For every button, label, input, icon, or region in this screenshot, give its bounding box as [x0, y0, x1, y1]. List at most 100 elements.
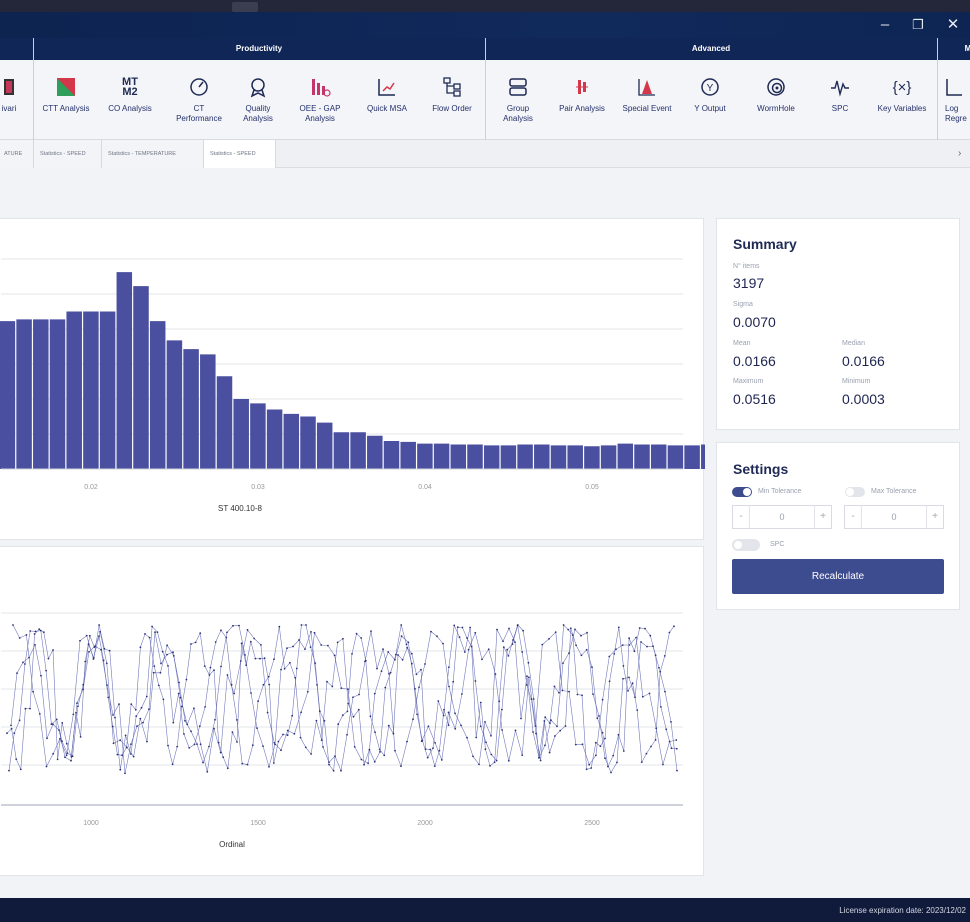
histogram-x-tick: 0.02: [84, 484, 98, 491]
run-chart-point: [184, 719, 186, 722]
run-chart-point: [384, 686, 387, 689]
run-chart-point: [55, 718, 58, 721]
histogram-bar: [600, 445, 617, 469]
close-button[interactable]: ✕: [940, 12, 966, 38]
run-chart-point: [640, 761, 643, 763]
histogram-card: 0.02 0.03 0.04 0.05 ST 400.10-8: [0, 218, 717, 540]
run-chart-point: [16, 672, 18, 674]
run-chart-point: [410, 662, 413, 665]
histogram-bar: [517, 444, 533, 469]
run-chart-point: [225, 636, 228, 639]
run-chart-point: [130, 753, 132, 755]
min-tolerance-toggle[interactable]: [732, 487, 752, 497]
tool-pair-analysis[interactable]: Pair Analysis: [552, 60, 612, 140]
run-chart-point: [146, 740, 148, 743]
tool-key-variables[interactable]: {×} Key Variables: [870, 60, 934, 140]
max-tolerance-stepper[interactable]: - 0 +: [844, 505, 944, 529]
run-chart-point: [426, 756, 429, 759]
run-chart-point: [534, 725, 537, 727]
run-chart-point: [442, 714, 445, 717]
histogram-x-tick: 0.05: [585, 484, 599, 491]
group-analysis-icon: [507, 70, 529, 104]
max-tolerance-input[interactable]: 0: [861, 506, 927, 528]
run-chart-point: [568, 690, 570, 693]
run-chart-point: [670, 721, 672, 723]
run-chart-point: [161, 650, 164, 653]
run-chart-point: [585, 768, 588, 771]
median-label: Median: [842, 340, 865, 347]
run-chart-point: [10, 724, 12, 727]
run-chart-point: [475, 736, 478, 739]
tabs-scroll-right-icon[interactable]: ›: [958, 140, 961, 168]
run-chart-point: [22, 661, 24, 664]
run-chart-point: [604, 757, 606, 760]
run-chart-point: [496, 628, 498, 631]
tool-oee-gap-analysis[interactable]: OEE - GAP Analysis: [290, 60, 350, 140]
run-chart-point: [389, 671, 392, 674]
run-chart-point: [432, 747, 434, 749]
tab-statistics-speed-1[interactable]: Statistics - SPEED: [34, 140, 102, 168]
tool-log-regression[interactable]: Log Regre: [942, 60, 970, 140]
run-chart-point: [167, 744, 169, 747]
run-chart-point: [172, 721, 175, 724]
tab-statistics-temperature-2[interactable]: Statistics - TEMPERATURE: [102, 140, 204, 168]
run-chart-point: [341, 714, 344, 717]
tool-wormhole[interactable]: WormHole: [748, 60, 804, 140]
tool-co-analysis[interactable]: MT M2 CO Analysis: [100, 60, 160, 140]
run-chart-point: [340, 687, 343, 689]
max-tolerance-toggle[interactable]: [845, 487, 865, 497]
tool-spc[interactable]: SPC: [818, 60, 862, 140]
tool-ctt-analysis[interactable]: CTT Analysis: [36, 60, 96, 140]
tool-flow-order[interactable]: Flow Order: [424, 60, 480, 140]
run-chart-point: [448, 685, 450, 688]
run-chart-point: [309, 646, 312, 648]
spc-toggle[interactable]: [732, 539, 760, 551]
max-decrement-button[interactable]: -: [845, 506, 861, 528]
run-chart-point: [33, 633, 36, 635]
run-chart-point: [274, 743, 276, 746]
run-chart-point: [352, 696, 354, 699]
tab-statistics-speed-2[interactable]: Statistics - SPEED: [204, 140, 276, 168]
min-decrement-button[interactable]: -: [733, 506, 749, 528]
run-chart-point: [280, 668, 282, 671]
min-increment-button[interactable]: +: [815, 506, 831, 528]
tab-statistics-temperature-1[interactable]: ATURE: [0, 140, 34, 168]
min-tolerance-input[interactable]: 0: [749, 506, 815, 528]
run-chart-point: [452, 680, 455, 683]
run-chart-point: [282, 733, 284, 736]
run-chart-point: [367, 762, 369, 765]
tool-quick-msa[interactable]: Quick MSA: [358, 60, 416, 140]
run-chart-point: [633, 650, 636, 653]
recalculate-button[interactable]: Recalculate: [732, 559, 944, 594]
max-increment-button[interactable]: +: [927, 506, 943, 528]
run-chart-point: [190, 730, 192, 733]
min-tolerance-stepper[interactable]: - 0 +: [732, 505, 832, 529]
run-chart-point: [645, 752, 648, 755]
window-handle[interactable]: [232, 2, 258, 12]
run-chart-point: [420, 668, 422, 671]
restore-button[interactable]: ❐: [905, 12, 931, 38]
run-chart-point: [214, 641, 217, 643]
run-chart-point: [206, 770, 209, 773]
run-chart-point: [635, 636, 637, 639]
mean-value: 0.0166: [733, 353, 776, 369]
tool-quality-analysis[interactable]: Quality Analysis: [232, 60, 284, 140]
run-chart-point: [98, 635, 100, 637]
run-chart-point: [541, 643, 544, 646]
tool-special-event[interactable]: Special Event: [616, 60, 678, 140]
group-title-advanced: Advanced: [691, 44, 731, 53]
tool-group-analysis[interactable]: Group Analysis: [494, 60, 542, 140]
run-chart-point: [604, 737, 606, 740]
run-chart-point: [360, 758, 363, 761]
histogram-bar: [500, 445, 517, 469]
tool-multivari[interactable]: ivari: [0, 60, 24, 140]
run-chart-point: [107, 696, 110, 699]
run-chart-point: [458, 636, 461, 638]
run-chart-point: [196, 743, 198, 745]
run-chart-point: [34, 630, 37, 633]
tool-y-output[interactable]: Y Y Output: [686, 60, 734, 140]
run-chart-point: [478, 763, 480, 766]
tool-ct-performance[interactable]: CT Performance: [168, 60, 230, 140]
minimize-button[interactable]: –: [872, 12, 898, 38]
run-chart-point: [424, 748, 427, 750]
